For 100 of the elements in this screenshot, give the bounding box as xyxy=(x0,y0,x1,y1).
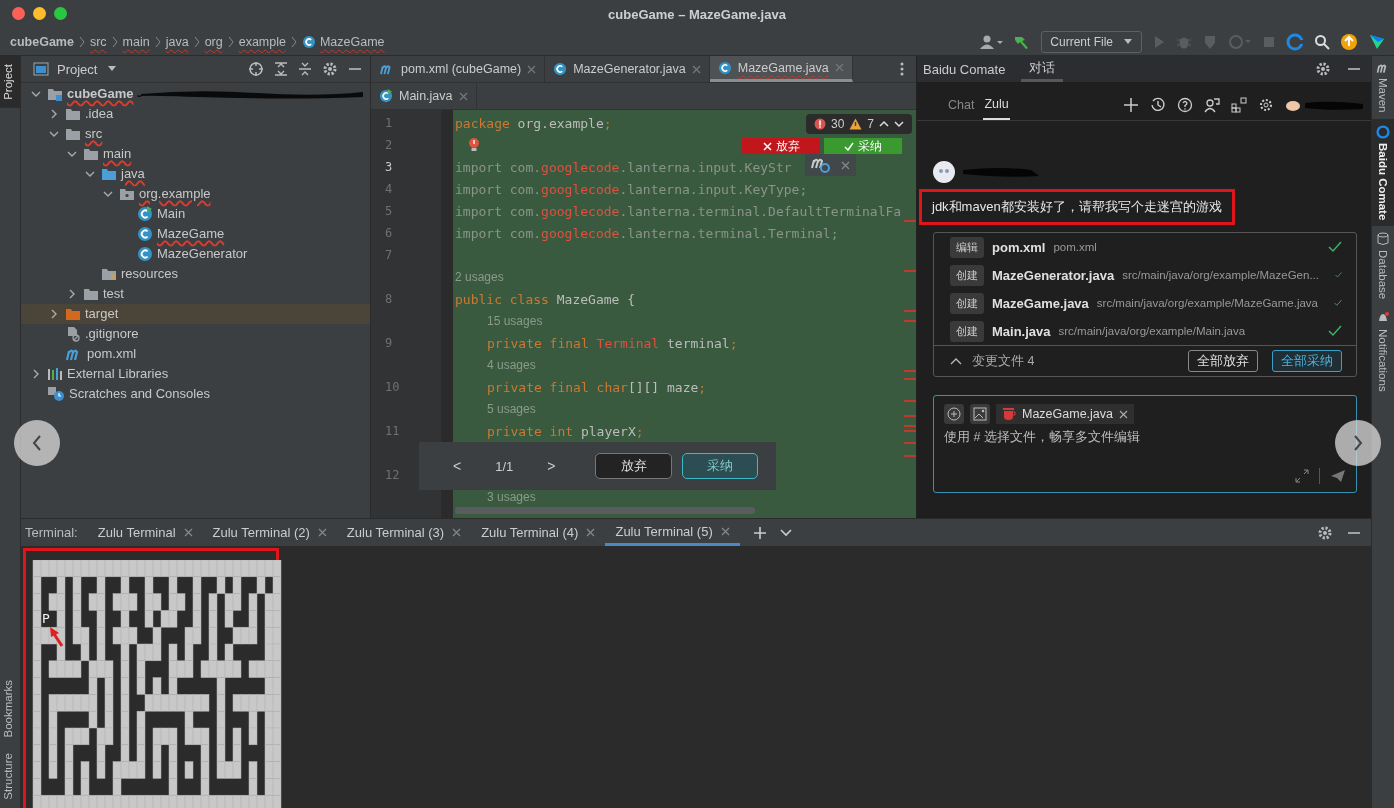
history-icon[interactable] xyxy=(1150,97,1166,113)
expand-icon[interactable] xyxy=(1295,469,1309,483)
minimize-window-button[interactable] xyxy=(33,7,46,20)
maven-reload-icon[interactable] xyxy=(811,157,831,173)
tree-item[interactable]: .idea xyxy=(21,104,370,124)
expand-all-icon[interactable] xyxy=(274,61,288,77)
tool-window-button[interactable]: Baidu Comate xyxy=(1372,118,1394,226)
add-context-button[interactable] xyxy=(944,404,964,424)
close-icon[interactable] xyxy=(1119,409,1128,419)
breadcrumb-link[interactable]: java xyxy=(165,34,189,49)
file-name[interactable]: pom.xml xyxy=(992,239,1046,255)
message-input[interactable]: 使用 # 选择文件，畅享多文件编辑 xyxy=(944,428,1304,446)
update-icon[interactable] xyxy=(1340,32,1358,51)
add-icon[interactable] xyxy=(753,526,766,539)
tree-item[interactable]: .gitignore xyxy=(21,324,370,344)
editor-tab[interactable]: Main.java xyxy=(371,83,477,109)
close-window-button[interactable] xyxy=(12,7,25,20)
tool-window-button[interactable]: Structure xyxy=(0,745,20,808)
terminal-tab[interactable]: Zulu Terminal (4) xyxy=(471,519,606,546)
close-icon[interactable] xyxy=(720,526,730,536)
next-highlight-icon[interactable] xyxy=(894,120,904,128)
breadcrumb-link[interactable]: MazeGame xyxy=(319,34,385,49)
reject-all-button[interactable]: 全部放弃 xyxy=(1188,350,1258,372)
tree-item[interactable]: resources xyxy=(21,264,370,284)
user-icon[interactable] xyxy=(979,33,1004,50)
close-icon[interactable] xyxy=(841,160,850,170)
file-chip[interactable]: MazeGame.java xyxy=(996,404,1134,424)
chat-input-field[interactable]: MazeGame.java 使用 # 选择文件，畅享多文件编辑 xyxy=(933,395,1357,493)
help-icon[interactable] xyxy=(1177,97,1193,113)
breadcrumb-link[interactable]: cubeGame xyxy=(10,34,74,49)
tree-item[interactable]: External Libraries xyxy=(21,364,370,384)
terminal-tab[interactable]: Zulu Terminal xyxy=(87,519,203,546)
tree-item[interactable]: MazeGame xyxy=(21,224,370,244)
accept-all-button[interactable]: 全部采纳 xyxy=(1272,350,1342,372)
caret-icon[interactable] xyxy=(107,66,118,72)
locate-icon[interactable] xyxy=(248,61,264,77)
tree-item[interactable]: src xyxy=(21,124,370,144)
send-icon[interactable] xyxy=(1330,469,1346,483)
terminal-tab[interactable]: Zulu Terminal (2) xyxy=(202,519,337,546)
next-change-button[interactable]: > xyxy=(541,456,562,476)
collapse-all-icon[interactable] xyxy=(298,61,312,77)
tree-item[interactable]: main xyxy=(21,144,370,164)
tree-item[interactable]: cubeGame xyxy=(21,84,370,104)
tree-item[interactable]: MazeGenerator xyxy=(21,244,370,264)
toolbox-icon[interactable] xyxy=(1368,32,1386,51)
chat-mode-tab[interactable]: Zulu xyxy=(983,90,1010,120)
plugins-icon[interactable] xyxy=(1231,97,1247,113)
accept-button[interactable]: 采纳 xyxy=(681,453,758,479)
file-name[interactable]: MazeGenerator.java xyxy=(992,267,1115,283)
tree-item[interactable]: Main xyxy=(21,204,370,224)
editor-tab[interactable]: MazeGame.java xyxy=(709,56,853,82)
tree-item[interactable]: target xyxy=(21,304,370,324)
zoom-window-button[interactable] xyxy=(54,7,67,20)
editor-tab[interactable]: MazeGenerator.java xyxy=(545,56,710,82)
tool-window-button[interactable]: Bookmarks xyxy=(0,671,20,746)
tree-item[interactable]: java xyxy=(21,164,370,184)
inspection-widget[interactable]: 30 7 xyxy=(805,114,912,134)
accept-button[interactable]: 采纳 xyxy=(824,138,902,154)
add-icon[interactable] xyxy=(1123,97,1139,113)
tool-window-button[interactable]: Project xyxy=(0,56,20,108)
horizontal-scrollbar[interactable] xyxy=(455,507,755,514)
comate-icon[interactable] xyxy=(1286,32,1304,51)
reject-button[interactable]: 放弃 xyxy=(742,138,820,154)
close-icon[interactable] xyxy=(317,528,327,537)
tree-item[interactable]: pom.xml xyxy=(21,344,370,364)
dropdown-icon[interactable] xyxy=(779,528,792,537)
breadcrumb-link[interactable]: src xyxy=(89,34,107,49)
previous-change-button[interactable]: < xyxy=(447,456,468,476)
tree-item[interactable]: test xyxy=(21,284,370,304)
file-name[interactable]: MazeGame.java xyxy=(992,295,1089,311)
search-icon[interactable] xyxy=(1314,33,1330,50)
chat-mode-tab[interactable]: Chat xyxy=(947,90,976,120)
settings-icon[interactable] xyxy=(322,61,338,77)
lightbulb-icon[interactable] xyxy=(467,137,481,153)
more-icon[interactable] xyxy=(900,62,904,76)
close-icon[interactable] xyxy=(452,528,462,537)
settings-icon[interactable] xyxy=(1258,97,1274,113)
collapse-icon[interactable] xyxy=(950,357,962,365)
panel-title[interactable]: Project xyxy=(57,61,98,77)
tool-window-button[interactable]: Notifications xyxy=(1372,305,1394,398)
panel-tab[interactable]: 对话 xyxy=(1021,56,1064,82)
tool-window-button[interactable]: Maven xyxy=(1372,56,1394,119)
settings-icon[interactable] xyxy=(1317,524,1333,541)
settings-icon[interactable] xyxy=(1315,61,1331,77)
breadcrumb-link[interactable]: org xyxy=(204,34,223,49)
breadcrumb-link[interactable]: example xyxy=(238,34,286,49)
feedback-icon[interactable] xyxy=(1204,97,1220,113)
run-configuration-select[interactable]: Current File xyxy=(1041,30,1142,53)
reject-button[interactable]: 放弃 xyxy=(595,453,672,479)
file-name[interactable]: Main.java xyxy=(992,323,1051,339)
close-icon[interactable] xyxy=(183,528,193,537)
tree-item[interactable]: org.example xyxy=(21,184,370,204)
tree-item[interactable]: Scratches and Consoles xyxy=(21,384,370,404)
tool-window-button[interactable]: Database xyxy=(1372,225,1394,306)
breadcrumb-link[interactable]: main xyxy=(122,34,150,49)
close-icon[interactable] xyxy=(586,528,596,537)
previous-highlight-icon[interactable] xyxy=(879,120,889,128)
editor-tab[interactable]: pom.xml (cubeGame) xyxy=(371,56,546,82)
terminal-tab[interactable]: Zulu Terminal (3) xyxy=(336,519,472,546)
image-button[interactable] xyxy=(970,404,990,424)
